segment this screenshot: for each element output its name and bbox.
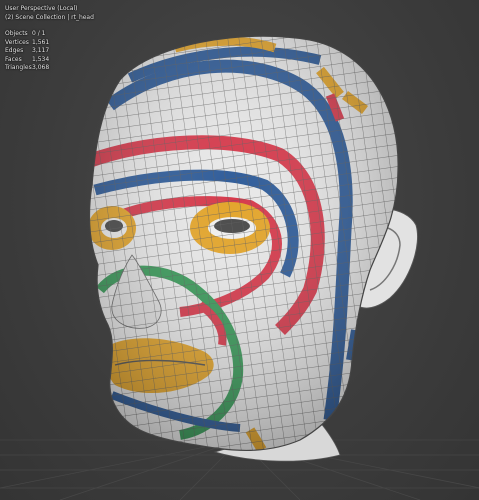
stat-value: 3,068	[32, 64, 50, 71]
stat-value: 0 / 1	[32, 30, 46, 37]
stat-edges: Edges 3,117	[5, 47, 94, 56]
stat-label: Faces	[5, 55, 22, 63]
stat-label: Triangles	[5, 64, 32, 71]
stat-faces: Faces 1,534	[5, 56, 94, 65]
head-mesh[interactable]	[0, 0, 479, 500]
scene-statistics: Objects 0 / 1 Vertices 1,561 Edges 3,117…	[5, 30, 94, 73]
view-name: User Perspective (Local)	[5, 5, 78, 12]
stat-vertices: Vertices 1,561	[5, 39, 94, 48]
stat-value: 1,534	[32, 55, 50, 63]
stat-triangles: Triangles 3,068	[5, 64, 94, 73]
stat-value: 1,561	[32, 38, 50, 46]
stat-label: Objects	[5, 30, 28, 37]
stat-value: 3,117	[32, 47, 50, 54]
3d-viewport[interactable]: User Perspective (Local) (2) Scene Colle…	[0, 0, 479, 500]
stat-label: Vertices	[5, 38, 29, 46]
collection-label: (2) Scene Collection | rt_head	[5, 13, 94, 21]
viewport-info-overlay: User Perspective (Local) (2) Scene Colle…	[5, 5, 94, 73]
stat-objects: Objects 0 / 1	[5, 30, 94, 39]
stat-label: Edges	[5, 47, 24, 54]
